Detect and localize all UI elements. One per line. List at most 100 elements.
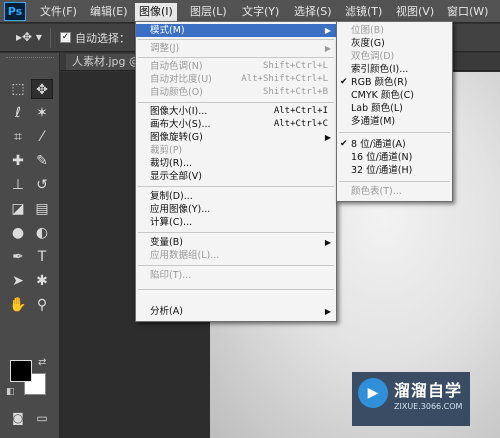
menu-item-label: 16 位/通道(N) (351, 152, 413, 163)
shortcut-label: Shift+Ctrl+L (262, 61, 328, 71)
mode-item-lab[interactable]: Lab 颜色(L) (337, 102, 452, 115)
menu-item-label: CMYK 颜色(C) (351, 90, 414, 101)
eyedropper-tool-icon[interactable]: ⁄ (31, 127, 53, 147)
gradient-tool-icon[interactable]: ▤ (31, 199, 53, 219)
menu-item-mode[interactable]: 模式(M) ▶ (136, 24, 336, 37)
move-tool-icon[interactable]: ✥ (31, 79, 53, 99)
pen-tool-icon[interactable]: ✒ (7, 247, 29, 267)
menu-item-variables[interactable]: 变量(B) ▶ (136, 236, 336, 249)
menu-item-label: 索引颜色(I)... (351, 64, 409, 75)
dodge-tool-icon[interactable]: ◐ (31, 223, 53, 243)
menu-item-auto-contrast[interactable]: 自动对比度(U) Alt+Shift+Ctrl+L (136, 73, 336, 86)
menu-item-trap[interactable]: 陷印(T)... (136, 269, 336, 282)
watermark-title: 溜溜自学 (394, 381, 463, 400)
submenu-arrow-icon: ▶ (324, 133, 331, 142)
menu-item-apply-data-set[interactable]: 应用数据组(L)... (136, 249, 336, 262)
move-tool-preset-picker[interactable]: ▸✥ ▾ (16, 30, 46, 46)
document-tab[interactable]: 人素材.jpg @ (66, 54, 147, 70)
menu-item-label: 应用图像(Y)... (150, 204, 211, 215)
menu-layer[interactable]: 图层(L) (186, 3, 231, 21)
shape-tool-icon[interactable]: ✱ (31, 271, 53, 291)
menu-item-label: 图像旋转(G) (150, 132, 203, 143)
menu-item-trim[interactable]: 裁切(R)... (136, 157, 336, 170)
swap-colors-icon[interactable]: ⇄ (38, 357, 46, 368)
menu-file[interactable]: 文件(F) (36, 3, 81, 21)
menu-type[interactable]: 文字(Y) (238, 3, 283, 21)
brush-tool-icon[interactable]: ✎ (31, 151, 53, 171)
menu-image[interactable]: 图像(I) (135, 3, 177, 21)
mode-item-indexed-color[interactable]: 索引颜色(I)... (337, 63, 452, 76)
mode-item-multichannel[interactable]: 多通道(M) (337, 115, 452, 128)
menu-edit[interactable]: 编辑(E) (86, 3, 132, 21)
menu-view[interactable]: 视图(V) (392, 3, 438, 21)
play-logo-icon: ▶ (358, 378, 388, 408)
lasso-tool-icon[interactable]: ℓ (7, 103, 29, 123)
type-tool-icon[interactable]: T (31, 247, 53, 267)
menu-item-auto-color[interactable]: 自动颜色(O) Shift+Ctrl+B (136, 86, 336, 99)
menu-item-apply-image[interactable]: 应用图像(Y)... (136, 203, 336, 216)
menu-item-image-rotation[interactable]: 图像旋转(G) ▶ (136, 131, 336, 144)
menu-item-label: 多通道(M) (351, 116, 396, 127)
mode-item-duotone[interactable]: 双色调(D) (337, 50, 452, 63)
auto-select-label: 自动选择： (75, 32, 130, 45)
menu-item-reveal-all[interactable]: 显示全部(V) (136, 170, 336, 183)
magic-wand-tool-icon[interactable]: ✶ (31, 103, 53, 123)
menu-item-label: RGB 颜色(R) (351, 77, 408, 88)
menu-item-label: 显示全部(V) (150, 171, 202, 182)
mode-item-bitmap[interactable]: 位图(B) (337, 24, 452, 37)
menu-separator (138, 102, 334, 103)
menu-item-duplicate[interactable]: 复制(D)... (136, 190, 336, 203)
menu-select[interactable]: 选择(S) (290, 3, 336, 21)
menu-item-label: 自动色调(N) (150, 61, 203, 72)
screen-mode-icon[interactable]: ▭ (31, 408, 53, 428)
mode-item-grayscale[interactable]: 灰度(G) (337, 37, 452, 50)
menu-item-auto-tone[interactable]: 自动色调(N) Shift+Ctrl+L (136, 60, 336, 73)
panel-grip[interactable] (6, 57, 54, 61)
crop-tool-icon[interactable]: ⌗ (7, 127, 29, 147)
eraser-tool-icon[interactable]: ◪ (7, 199, 29, 219)
hand-tool-icon[interactable]: ✋ (7, 295, 29, 315)
menu-item-label: 模式(M) (150, 25, 185, 36)
marquee-tool-icon[interactable]: ⬚ (7, 79, 29, 99)
menu-item-label: 32 位/通道(H) (351, 165, 413, 176)
menu-item-crop[interactable]: 裁剪(P) (136, 144, 336, 157)
menu-filter[interactable]: 滤镜(T) (341, 3, 386, 21)
history-brush-tool-icon[interactable]: ↺ (31, 175, 53, 195)
mode-item-32-bit[interactable]: 32 位/通道(H) (337, 164, 452, 177)
blur-tool-icon[interactable]: ● (7, 223, 29, 243)
menu-item-label: 调整(J) (150, 43, 180, 54)
mode-item-rgb[interactable]: ✔ RGB 颜色(R) (337, 76, 452, 89)
menu-item-canvas-size[interactable]: 画布大小(S)... Alt+Ctrl+C (136, 118, 336, 131)
mode-item-8-bit[interactable]: ✔ 8 位/通道(A) (337, 138, 452, 151)
quick-mask-icon[interactable]: ◙ (7, 408, 29, 428)
mode-item-cmyk[interactable]: CMYK 颜色(C) (337, 89, 452, 102)
healing-brush-tool-icon[interactable]: ✚ (7, 151, 29, 171)
default-colors-icon[interactable]: ◧ (6, 387, 15, 397)
menu-item-label: 裁剪(P) (150, 145, 183, 156)
menu-item-label: 陷印(T)... (150, 270, 192, 281)
menu-item-adjustments[interactable]: 调整(J) ▶ (136, 42, 336, 55)
foreground-color-swatch[interactable] (10, 360, 32, 382)
watermark: ▶ 溜溜自学 ZIXUE.3066.COM (352, 372, 470, 426)
menu-item-label: 灰度(G) (351, 38, 385, 49)
auto-select-checkbox[interactable]: ✓ (60, 32, 71, 43)
zoom-tool-icon[interactable]: ⚲ (31, 295, 53, 315)
menu-separator (339, 132, 450, 133)
mode-item-16-bit[interactable]: 16 位/通道(N) (337, 151, 452, 164)
menu-item-image-size[interactable]: 图像大小(I)... Alt+Ctrl+I (136, 105, 336, 118)
menu-item-analysis[interactable]: 分析(A) ▶ (136, 305, 336, 318)
options-divider (50, 28, 51, 48)
submenu-arrow-icon: ▶ (324, 307, 331, 316)
checkmark-icon: ✔ (340, 139, 348, 149)
menu-window[interactable]: 窗口(W) (443, 3, 492, 21)
menu-item-label: Lab 颜色(L) (351, 103, 403, 114)
submenu-arrow-icon: ▶ (324, 238, 331, 247)
shortcut-label: Alt+Shift+Ctrl+L (241, 74, 328, 84)
menu-separator (138, 265, 334, 266)
menu-separator (138, 289, 334, 290)
path-selection-tool-icon[interactable]: ➤ (7, 271, 29, 291)
menu-item-calculations[interactable]: 计算(C)... (136, 216, 336, 229)
menu-separator (138, 186, 334, 187)
mode-item-color-table[interactable]: 颜色表(T)... (337, 185, 452, 198)
clone-stamp-tool-icon[interactable]: ⊥ (7, 175, 29, 195)
